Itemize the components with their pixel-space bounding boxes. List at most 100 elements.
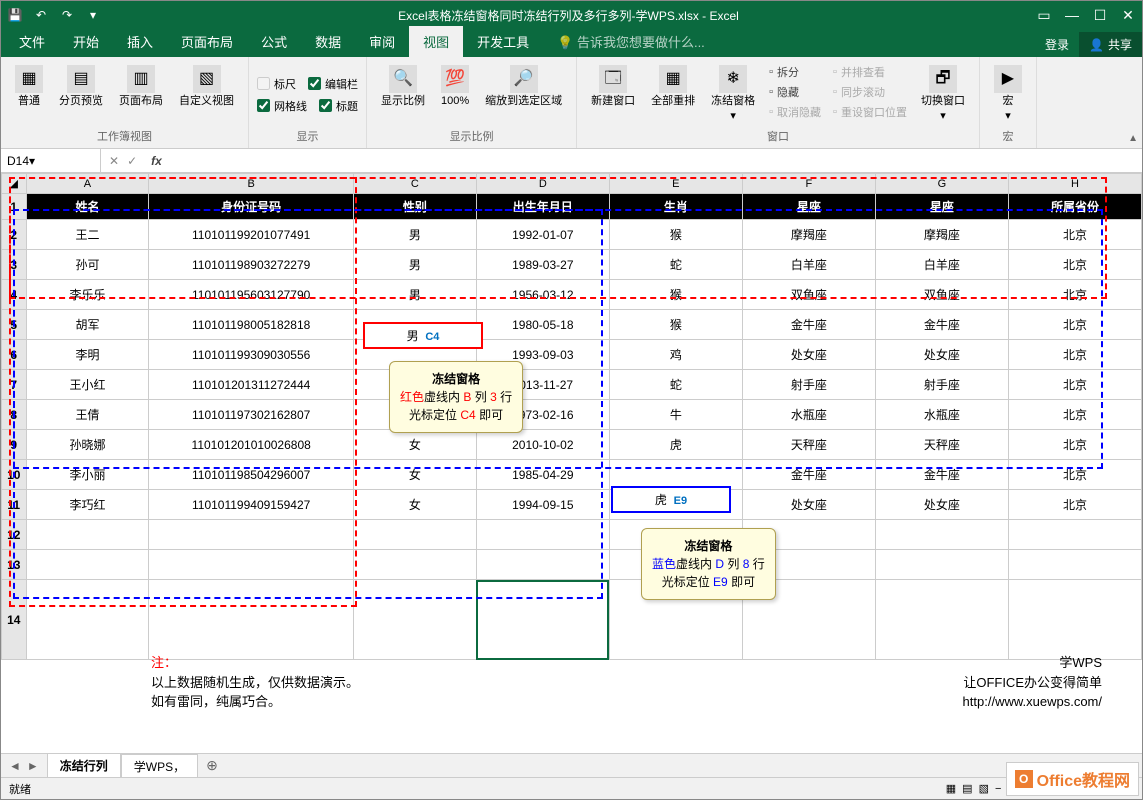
sheet-tab-2[interactable]: 学WPS， <box>121 754 198 778</box>
cell[interactable]: 水瓶座 <box>875 400 1008 430</box>
cell[interactable]: 110101199409159427 <box>149 490 354 520</box>
cell[interactable]: 李明 <box>26 340 149 370</box>
cell[interactable]: 110101195603127790 <box>149 280 354 310</box>
cell[interactable] <box>354 520 477 550</box>
cell[interactable] <box>875 550 1008 580</box>
tab-developer[interactable]: 开发工具 <box>463 26 543 57</box>
cell[interactable]: 猴 <box>609 280 742 310</box>
cell[interactable]: 110101201311272444 <box>149 370 354 400</box>
cell[interactable]: 110101198005182818 <box>149 310 354 340</box>
share-button[interactable]: 👤共享 <box>1079 32 1142 57</box>
cell[interactable]: 摩羯座 <box>742 220 875 250</box>
cell[interactable]: 虎 <box>609 430 742 460</box>
zoom-selection-button[interactable]: 🔎缩放到选定区域 <box>479 63 568 110</box>
cell[interactable] <box>26 520 149 550</box>
cell[interactable]: 北京 <box>1008 310 1141 340</box>
undo-icon[interactable]: ↶ <box>31 5 51 25</box>
view-normal-icon[interactable]: ▦ <box>946 782 956 795</box>
cell[interactable]: 1956-03-12 <box>476 280 609 310</box>
cell[interactable]: 110101201010026808 <box>149 430 354 460</box>
cell[interactable]: 金牛座 <box>742 460 875 490</box>
cell[interactable] <box>354 550 477 580</box>
cell[interactable]: 孙晓娜 <box>26 430 149 460</box>
row-header[interactable]: 11 <box>2 490 27 520</box>
ribbon-options-icon[interactable]: ▭ <box>1034 5 1054 25</box>
tab-insert[interactable]: 插入 <box>113 26 167 57</box>
cell[interactable] <box>149 520 354 550</box>
freeze-panes-button[interactable]: ❄冻结窗格▾ <box>705 63 761 125</box>
fx-icon[interactable]: fx <box>145 154 168 168</box>
view-layout-icon[interactable]: ▤ <box>962 782 972 795</box>
redo-icon[interactable]: ↷ <box>57 5 77 25</box>
cell[interactable]: 天秤座 <box>875 430 1008 460</box>
cell[interactable]: 男 <box>354 280 477 310</box>
cell[interactable]: 女 <box>354 460 477 490</box>
custom-view-button[interactable]: ▧自定义视图 <box>173 63 240 110</box>
cell[interactable]: 北京 <box>1008 370 1141 400</box>
row-header[interactable]: 13 <box>2 550 27 580</box>
cell[interactable]: 双鱼座 <box>742 280 875 310</box>
cell[interactable]: 北京 <box>1008 280 1141 310</box>
cell[interactable]: 110101198903272279 <box>149 250 354 280</box>
cell[interactable]: 天秤座 <box>742 430 875 460</box>
cell[interactable]: 处女座 <box>742 490 875 520</box>
cell[interactable] <box>1008 520 1141 550</box>
cell[interactable] <box>26 550 149 580</box>
row-header[interactable]: 5 <box>2 310 27 340</box>
cell[interactable]: 金牛座 <box>742 310 875 340</box>
cell[interactable]: 1980-05-18 <box>476 310 609 340</box>
cell[interactable]: 北京 <box>1008 250 1141 280</box>
col-header[interactable]: G <box>875 174 1008 194</box>
cell[interactable]: 金牛座 <box>875 310 1008 340</box>
tell-me[interactable]: 告诉我您想要做什么... <box>577 35 705 50</box>
cell[interactable]: 鸡 <box>609 340 742 370</box>
tab-layout[interactable]: 页面布局 <box>167 26 247 57</box>
cell[interactable]: 1985-04-29 <box>476 460 609 490</box>
headings-checkbox[interactable]: 标题 <box>319 97 358 115</box>
formula-bar-checkbox[interactable]: 编辑栏 <box>308 75 358 93</box>
cell[interactable]: 猴 <box>609 220 742 250</box>
cell[interactable] <box>875 580 1008 660</box>
qat-customize-icon[interactable]: ▾ <box>83 5 103 25</box>
login-button[interactable]: 登录 <box>1035 32 1079 57</box>
cell[interactable]: 女 <box>354 490 477 520</box>
add-sheet-icon[interactable]: ⊕ <box>198 757 226 774</box>
tab-view[interactable]: 视图 <box>409 26 463 57</box>
col-header[interactable]: C <box>354 174 477 194</box>
cell[interactable]: 射手座 <box>875 370 1008 400</box>
cell[interactable] <box>354 580 477 660</box>
cell[interactable]: 摩羯座 <box>875 220 1008 250</box>
arrange-all-button[interactable]: ▦全部重排 <box>645 63 701 110</box>
cell[interactable]: 处女座 <box>875 340 1008 370</box>
cell[interactable]: 北京 <box>1008 340 1141 370</box>
cell[interactable] <box>476 550 609 580</box>
col-header[interactable]: H <box>1008 174 1141 194</box>
new-window-button[interactable]: 🗔新建窗口 <box>585 63 641 110</box>
cell[interactable]: 白羊座 <box>742 250 875 280</box>
cell[interactable]: 李巧红 <box>26 490 149 520</box>
maximize-icon[interactable]: ☐ <box>1090 5 1110 25</box>
cell[interactable]: 王二 <box>26 220 149 250</box>
cell[interactable]: 110101199309030556 <box>149 340 354 370</box>
sheet-tab-1[interactable]: 冻结行列 <box>47 753 121 779</box>
col-header[interactable]: B <box>149 174 354 194</box>
cell[interactable]: 猴 <box>609 310 742 340</box>
collapse-ribbon-icon[interactable]: ▲ <box>1128 133 1138 144</box>
cell[interactable]: 男 <box>354 250 477 280</box>
cell[interactable]: 男 <box>354 220 477 250</box>
page-break-button[interactable]: ▤分页预览 <box>53 63 109 110</box>
cell[interactable] <box>149 550 354 580</box>
select-all[interactable]: ◢ <box>2 174 27 194</box>
cell[interactable]: 110101198504296007 <box>149 460 354 490</box>
cell[interactable]: 北京 <box>1008 460 1141 490</box>
cell[interactable]: 王小红 <box>26 370 149 400</box>
cell[interactable]: 北京 <box>1008 220 1141 250</box>
tab-review[interactable]: 审阅 <box>355 26 409 57</box>
split-button[interactable]: ▫拆分 <box>765 63 825 81</box>
cell[interactable]: 胡军 <box>26 310 149 340</box>
tab-home[interactable]: 开始 <box>59 26 113 57</box>
macros-button[interactable]: ▶宏▾ <box>988 63 1028 125</box>
cell[interactable] <box>1008 580 1141 660</box>
cell[interactable] <box>609 460 742 490</box>
cell[interactable]: 金牛座 <box>875 460 1008 490</box>
